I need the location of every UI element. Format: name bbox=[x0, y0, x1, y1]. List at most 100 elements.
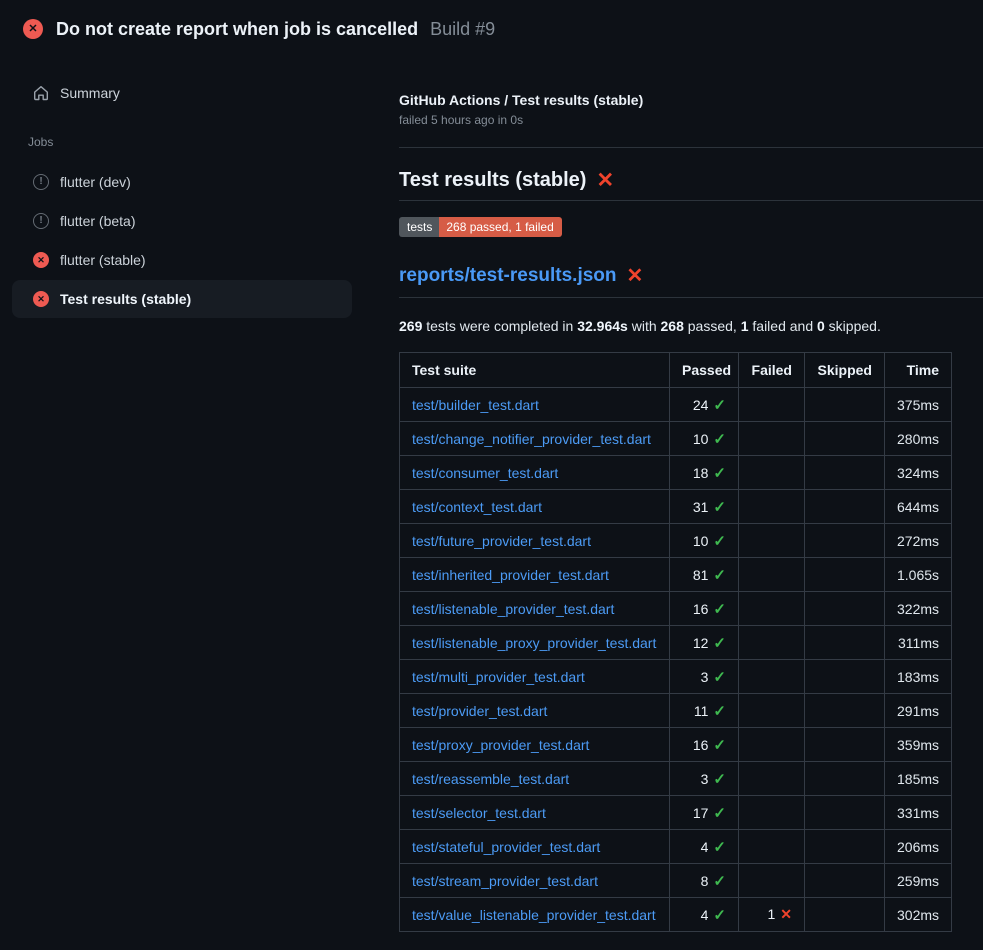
cell-failed bbox=[739, 660, 805, 694]
sidebar-item-flutter-beta[interactable]: !flutter (beta) bbox=[12, 202, 352, 240]
cell-test-suite: test/change_notifier_provider_test.dart bbox=[400, 422, 670, 456]
test-suite-link[interactable]: test/stateful_provider_test.dart bbox=[412, 839, 600, 855]
check-icon: ✓ bbox=[713, 465, 726, 482]
cell-failed bbox=[739, 388, 805, 422]
jobs-section-label: Jobs bbox=[28, 135, 53, 149]
cell-time: 259ms bbox=[885, 864, 952, 898]
cell-passed: 17✓ bbox=[670, 796, 739, 830]
sidebar-item-flutter-stable[interactable]: ✕flutter (stable) bbox=[12, 241, 352, 279]
cell-passed: 3✓ bbox=[670, 762, 739, 796]
test-suite-link[interactable]: test/inherited_provider_test.dart bbox=[412, 567, 609, 583]
cell-skipped bbox=[805, 456, 885, 490]
passed-count: 31 bbox=[693, 499, 709, 515]
passed-count: 18 bbox=[693, 465, 709, 481]
test-suite-link[interactable]: test/future_provider_test.dart bbox=[412, 533, 591, 549]
passed-count: 10 bbox=[693, 431, 709, 447]
run-status-text: failed 5 hours ago in 0s bbox=[399, 113, 523, 127]
table-row: test/future_provider_test.dart10✓272ms bbox=[400, 524, 952, 558]
cell-skipped bbox=[805, 762, 885, 796]
cell-skipped bbox=[805, 490, 885, 524]
cell-failed bbox=[739, 524, 805, 558]
check-icon: ✓ bbox=[713, 601, 726, 618]
cell-time: 280ms bbox=[885, 422, 952, 456]
col-header-time: Time bbox=[885, 353, 952, 388]
check-run-title-text: Test results (stable) bbox=[399, 169, 586, 192]
summary-segment: failed and bbox=[749, 318, 818, 334]
test-suite-link[interactable]: test/proxy_provider_test.dart bbox=[412, 737, 589, 753]
col-header-passed: Passed bbox=[670, 353, 739, 388]
summary-segment: 1 bbox=[741, 318, 749, 334]
cell-skipped bbox=[805, 558, 885, 592]
divider bbox=[399, 200, 983, 201]
report-file-heading: reports/test-results.json ✕ bbox=[399, 265, 643, 287]
cell-test-suite: test/listenable_proxy_provider_test.dart bbox=[400, 626, 670, 660]
breadcrumb: GitHub Actions / Test results (stable) bbox=[399, 92, 643, 108]
summary-segment: 268 bbox=[661, 318, 684, 334]
check-icon: ✓ bbox=[713, 533, 726, 550]
passed-count: 4 bbox=[701, 839, 709, 855]
cell-passed: 81✓ bbox=[670, 558, 739, 592]
table-row: test/listenable_provider_test.dart16✓322… bbox=[400, 592, 952, 626]
cell-time: 272ms bbox=[885, 524, 952, 558]
check-icon: ✓ bbox=[713, 431, 726, 448]
passed-count: 11 bbox=[694, 703, 709, 719]
summary-segment: with bbox=[628, 318, 661, 334]
test-suite-link[interactable]: test/builder_test.dart bbox=[412, 397, 539, 413]
cell-time: 359ms bbox=[885, 728, 952, 762]
cell-skipped bbox=[805, 898, 885, 932]
cell-failed bbox=[739, 456, 805, 490]
check-icon: ✓ bbox=[713, 805, 726, 822]
cell-skipped bbox=[805, 694, 885, 728]
cell-time: 324ms bbox=[885, 456, 952, 490]
sidebar-jobs: !flutter (dev)!flutter (beta)✕flutter (s… bbox=[0, 163, 390, 319]
table-row: test/builder_test.dart24✓375ms bbox=[400, 388, 952, 422]
cell-skipped bbox=[805, 864, 885, 898]
cell-failed bbox=[739, 558, 805, 592]
test-suite-link[interactable]: test/reassemble_test.dart bbox=[412, 771, 569, 787]
sidebar-item-flutter-dev[interactable]: !flutter (dev) bbox=[12, 163, 352, 201]
cell-test-suite: test/listenable_provider_test.dart bbox=[400, 592, 670, 626]
test-suite-link[interactable]: test/change_notifier_provider_test.dart bbox=[412, 431, 651, 447]
sidebar-item-test-results-stable[interactable]: ✕Test results (stable) bbox=[12, 280, 352, 318]
workflow-run-title: Do not create report when job is cancell… bbox=[56, 19, 418, 39]
x-icon: ✕ bbox=[780, 906, 792, 922]
passed-count: 81 bbox=[693, 567, 709, 583]
cell-time: 302ms bbox=[885, 898, 952, 932]
failed-x-icon: ✕ bbox=[596, 170, 614, 191]
check-icon: ✓ bbox=[713, 397, 726, 414]
cell-failed bbox=[739, 864, 805, 898]
table-header-row: Test suite Passed Failed Skipped Time bbox=[400, 353, 952, 388]
badge-value: 268 passed, 1 failed bbox=[439, 217, 561, 237]
x-circle-icon: ✕ bbox=[23, 19, 43, 39]
table-row: test/stream_provider_test.dart8✓259ms bbox=[400, 864, 952, 898]
test-suite-link[interactable]: test/provider_test.dart bbox=[412, 703, 547, 719]
test-suite-link[interactable]: test/selector_test.dart bbox=[412, 805, 546, 821]
sidebar-item-label: flutter (dev) bbox=[60, 174, 131, 190]
passed-count: 3 bbox=[701, 771, 709, 787]
sidebar-item-summary[interactable]: Summary bbox=[12, 74, 352, 112]
table-row: test/selector_test.dart17✓331ms bbox=[400, 796, 952, 830]
test-suite-link[interactable]: test/multi_provider_test.dart bbox=[412, 669, 585, 685]
test-suite-link[interactable]: test/stream_provider_test.dart bbox=[412, 873, 598, 889]
cell-test-suite: test/builder_test.dart bbox=[400, 388, 670, 422]
cell-passed: 12✓ bbox=[670, 626, 739, 660]
check-icon: ✓ bbox=[713, 499, 726, 516]
report-file-link[interactable]: reports/test-results.json bbox=[399, 265, 617, 287]
test-suite-link[interactable]: test/value_listenable_provider_test.dart bbox=[412, 907, 656, 923]
col-header-failed: Failed bbox=[739, 353, 805, 388]
test-suite-link[interactable]: test/listenable_proxy_provider_test.dart bbox=[412, 635, 656, 651]
cell-test-suite: test/stream_provider_test.dart bbox=[400, 864, 670, 898]
test-suite-link[interactable]: test/listenable_provider_test.dart bbox=[412, 601, 614, 617]
table-row: test/value_listenable_provider_test.dart… bbox=[400, 898, 952, 932]
table-row: test/reassemble_test.dart3✓185ms bbox=[400, 762, 952, 796]
passed-count: 3 bbox=[701, 669, 709, 685]
cell-passed: 11✓ bbox=[670, 694, 739, 728]
cell-skipped bbox=[805, 592, 885, 626]
cell-passed: 4✓ bbox=[670, 898, 739, 932]
test-suite-link[interactable]: test/consumer_test.dart bbox=[412, 465, 558, 481]
cell-passed: 24✓ bbox=[670, 388, 739, 422]
table-row: test/context_test.dart31✓644ms bbox=[400, 490, 952, 524]
cell-passed: 10✓ bbox=[670, 422, 739, 456]
passed-count: 8 bbox=[701, 873, 709, 889]
test-suite-link[interactable]: test/context_test.dart bbox=[412, 499, 542, 515]
